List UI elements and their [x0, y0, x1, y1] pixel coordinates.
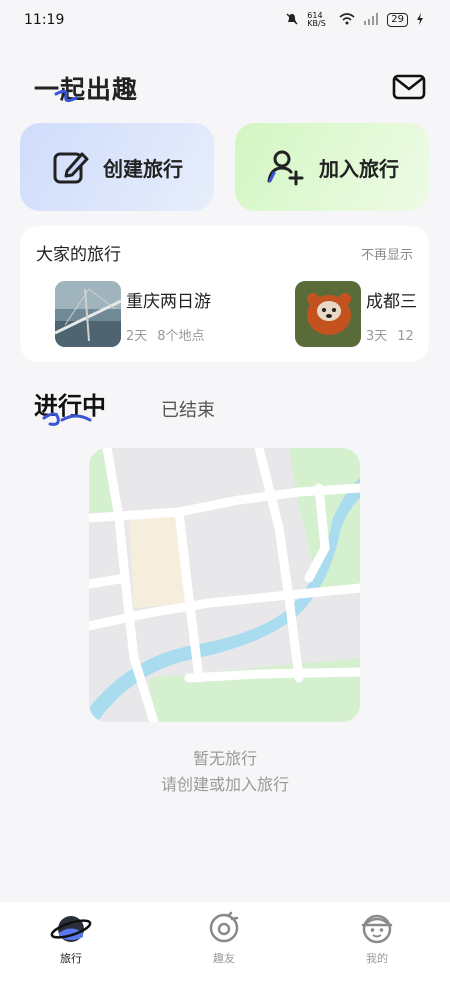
- trip-thumbnail: [295, 281, 361, 347]
- wifi-icon: [339, 12, 355, 28]
- charging-icon: [416, 12, 424, 28]
- trip-name: 成都三: [366, 292, 417, 312]
- create-trip-button[interactable]: 创建旅行: [20, 123, 214, 211]
- nav-label: 我的: [366, 952, 388, 965]
- edit-icon: [53, 152, 89, 184]
- network-speed: 614 KB/S: [307, 11, 326, 28]
- profile-icon: [361, 914, 393, 944]
- friends-icon: [209, 911, 239, 943]
- trip-thumbnail: [55, 281, 121, 347]
- planet-icon: [50, 916, 92, 942]
- trip-days: 3天: [366, 329, 388, 344]
- mail-icon: [392, 74, 426, 100]
- signal-icon: [363, 12, 379, 28]
- empty-map-illustration: [89, 448, 360, 722]
- bottom-navigation: 旅行 趣友 我的: [0, 902, 450, 1005]
- everyone-trips-card: 大家的旅行 不再显示 重庆两日游 2天 8个地点 成都三 3天 12: [20, 226, 429, 362]
- create-trip-label: 创建旅行: [103, 156, 183, 181]
- join-trip-label: 加入旅行: [319, 156, 399, 181]
- empty-state-title: 暂无旅行: [192, 749, 257, 768]
- nav-label: 旅行: [60, 952, 82, 965]
- add-user-icon: [267, 150, 304, 186]
- empty-state-subtitle: 请创建或加入旅行: [160, 775, 289, 794]
- everyone-trips-title: 大家的旅行: [36, 245, 121, 265]
- trip-name: 重庆两日游: [126, 292, 211, 312]
- trip-places: 12: [397, 329, 414, 344]
- trip-days: 2天: [126, 329, 148, 344]
- trip-card[interactable]: 重庆两日游 2天 8个地点: [55, 281, 255, 347]
- trip-meta: 3天 12: [366, 325, 424, 344]
- nav-item-profile[interactable]: 我的: [337, 910, 417, 966]
- status-bar: 11:19 614 KB/S 29: [0, 0, 450, 40]
- dismiss-button[interactable]: 不再显示: [361, 244, 413, 263]
- nav-label: 趣友: [213, 952, 235, 965]
- mute-icon: [285, 12, 299, 29]
- trip-places: 8个地点: [157, 329, 205, 344]
- nav-item-trips[interactable]: 旅行: [31, 910, 111, 966]
- status-time: 11:19: [24, 12, 65, 28]
- tab-ended[interactable]: 已结束: [161, 396, 215, 422]
- trip-meta: 2天 8个地点: [126, 325, 215, 344]
- join-trip-button[interactable]: 加入旅行: [235, 123, 429, 211]
- nav-item-friends[interactable]: 趣友: [184, 910, 264, 966]
- title-swoosh-decoration: [54, 89, 78, 103]
- trip-card[interactable]: 成都三 3天 12: [295, 281, 429, 347]
- battery-indicator: 29: [387, 13, 408, 27]
- tab-underline-decoration: [42, 412, 92, 426]
- status-icons: 614 KB/S 29: [285, 12, 424, 29]
- mail-button[interactable]: [392, 73, 426, 103]
